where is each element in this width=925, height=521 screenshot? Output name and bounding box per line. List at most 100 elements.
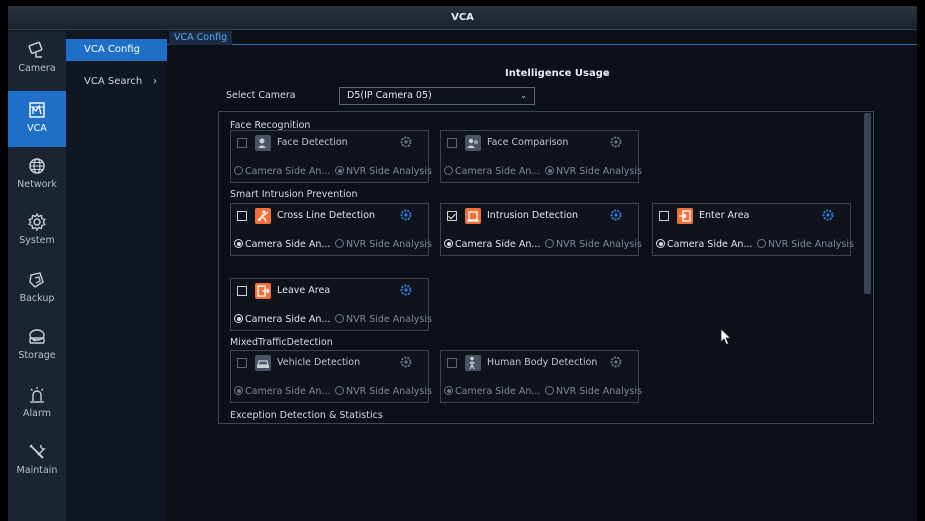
radio-on-icon [234,314,243,323]
feature-name: Leave Area [277,285,331,296]
nvr-side-radio[interactable]: NVR Side Analysis [757,239,854,250]
settings-gear-icon[interactable] [610,356,622,368]
tab-bar: VCA Config [167,31,917,45]
nvr-side-radio[interactable]: NVR Side Analysis [335,166,432,177]
network-icon [29,158,45,174]
submenu-label: VCA Config [84,44,140,55]
nvr-side-radio[interactable]: NVR Side Analysis [335,314,432,325]
radio-off-icon [335,386,344,395]
nav-item-vca[interactable]: VCA [8,91,66,147]
nvr-side-radio[interactable]: NVR Side Analysis [545,386,642,397]
camera-side-radio[interactable]: Camera Side An... [234,166,330,177]
nav-label: Maintain [16,465,58,476]
radio-on-icon [545,166,554,175]
submenu-item-vca-config[interactable]: VCA Config [66,39,167,61]
feature-name: Cross Line Detection [277,210,376,221]
settings-gear-icon[interactable] [400,356,412,368]
human-body-icon [465,355,481,371]
chevron-right-icon: › [153,76,157,87]
title-bar: VCA [8,6,917,30]
feature-card-face-comparison: Face Comparison Camera Side An... NVR Si… [440,130,642,183]
radio-off-icon [234,166,243,175]
camera-icon [28,41,43,58]
nav-item-network[interactable]: Network [8,147,66,203]
nvr-side-radio[interactable]: NVR Side Analysis [545,239,642,250]
camera-select[interactable]: D5(IP Camera 05) ⌄ [339,87,535,105]
backup-icon [29,272,44,288]
storage-icon [29,329,45,344]
group-smart-intrusion: Smart Intrusion Prevention [230,189,358,200]
camera-side-radio[interactable]: Camera Side An... [444,386,540,397]
feature-checkbox[interactable] [659,211,669,221]
radio-off-icon [335,314,344,323]
nav-item-storage[interactable]: Storage [8,318,66,374]
maintain-icon [29,444,46,459]
submenu-item-vca-search[interactable]: VCA Search › [66,71,167,93]
radio-off-icon [335,239,344,248]
camera-side-radio[interactable]: Camera Side An... [444,239,540,250]
radio-off-icon [444,166,453,175]
nav-item-system[interactable]: System [8,203,66,259]
camera-side-radio[interactable]: Camera Side An... [234,239,330,250]
tab-vca-config[interactable]: VCA Config [169,31,233,45]
feature-checkbox[interactable] [237,358,247,368]
chevron-down-icon[interactable]: ⌄ [602,65,611,78]
nav-label: VCA [27,123,47,134]
radio-on-icon [656,239,665,248]
intrusion-icon [465,208,481,224]
radio-on-icon [444,386,453,395]
select-camera-label: Select Camera [226,90,296,101]
feature-checkbox[interactable] [447,358,457,368]
camera-side-radio[interactable]: Camera Side An... [444,166,540,177]
nvr-side-radio[interactable]: NVR Side Analysis [335,386,432,397]
settings-gear-icon[interactable] [400,284,412,296]
camera-side-radio[interactable]: Camera Side An... [234,314,330,325]
content-area: VCA Config Intelligence Usage ⌄ Select C… [167,31,917,521]
camera-side-radio[interactable]: Camera Side An... [656,239,752,250]
feature-checkbox[interactable] [237,138,247,148]
mouse-cursor-icon [720,328,732,346]
intelligence-usage-toggle[interactable]: Intelligence Usage [505,68,610,79]
feature-checkbox[interactable] [447,211,457,221]
nvr-side-radio[interactable]: NVR Side Analysis [545,166,642,177]
window-title: VCA [451,12,474,23]
vca-submenu: VCA Config VCA Search › [66,31,167,521]
dropdown-arrow-icon: ⌄ [520,91,527,100]
nvr-window: VCA Camera VCA Network System Backup Sto… [8,6,917,521]
settings-gear-icon[interactable] [400,136,412,148]
feature-name: Enter Area [699,210,750,221]
camera-side-radio[interactable]: Camera Side An... [234,386,330,397]
feature-name: Face Comparison [487,137,569,148]
submenu-label: VCA Search [84,76,143,87]
feature-card-cross-line-detection: Cross Line Detection Camera Side An... N… [230,203,432,256]
feature-name: Intrusion Detection [487,210,579,221]
vehicle-detection-icon [255,355,271,371]
panel-scrollbar[interactable] [864,113,871,294]
group-mixed-traffic: MixedTrafficDetection [230,337,333,348]
settings-gear-icon[interactable] [610,136,622,148]
nav-item-maintain[interactable]: Maintain [8,433,66,489]
nav-label: Camera [18,63,56,74]
nav-label: Backup [19,293,55,304]
radio-off-icon [545,386,554,395]
radio-on-icon [444,239,453,248]
feature-card-leave-area: Leave Area Camera Side An... NVR Side An… [230,278,432,331]
radio-off-icon [757,239,766,248]
nvr-side-radio[interactable]: NVR Side Analysis [335,239,432,250]
feature-checkbox[interactable] [237,211,247,221]
feature-card-face-detection: Face Detection Camera Side An... NVR Sid… [230,130,432,183]
nav-label: System [19,235,55,246]
settings-gear-icon[interactable] [400,209,412,221]
camera-select-value: D5(IP Camera 05) [347,90,432,101]
nav-item-camera[interactable]: Camera [8,31,66,87]
nav-item-backup[interactable]: Backup [8,261,66,317]
feature-checkbox[interactable] [447,138,457,148]
settings-gear-icon[interactable] [822,209,834,221]
feature-checkbox[interactable] [237,286,247,296]
settings-gear-icon[interactable] [610,209,622,221]
radio-on-icon [234,239,243,248]
nav-item-alarm[interactable]: Alarm [8,376,66,432]
radio-on-icon [335,166,344,175]
alarm-icon [30,387,44,403]
feature-card-human-body-detection: Human Body Detection Camera Side An... N… [440,350,642,403]
